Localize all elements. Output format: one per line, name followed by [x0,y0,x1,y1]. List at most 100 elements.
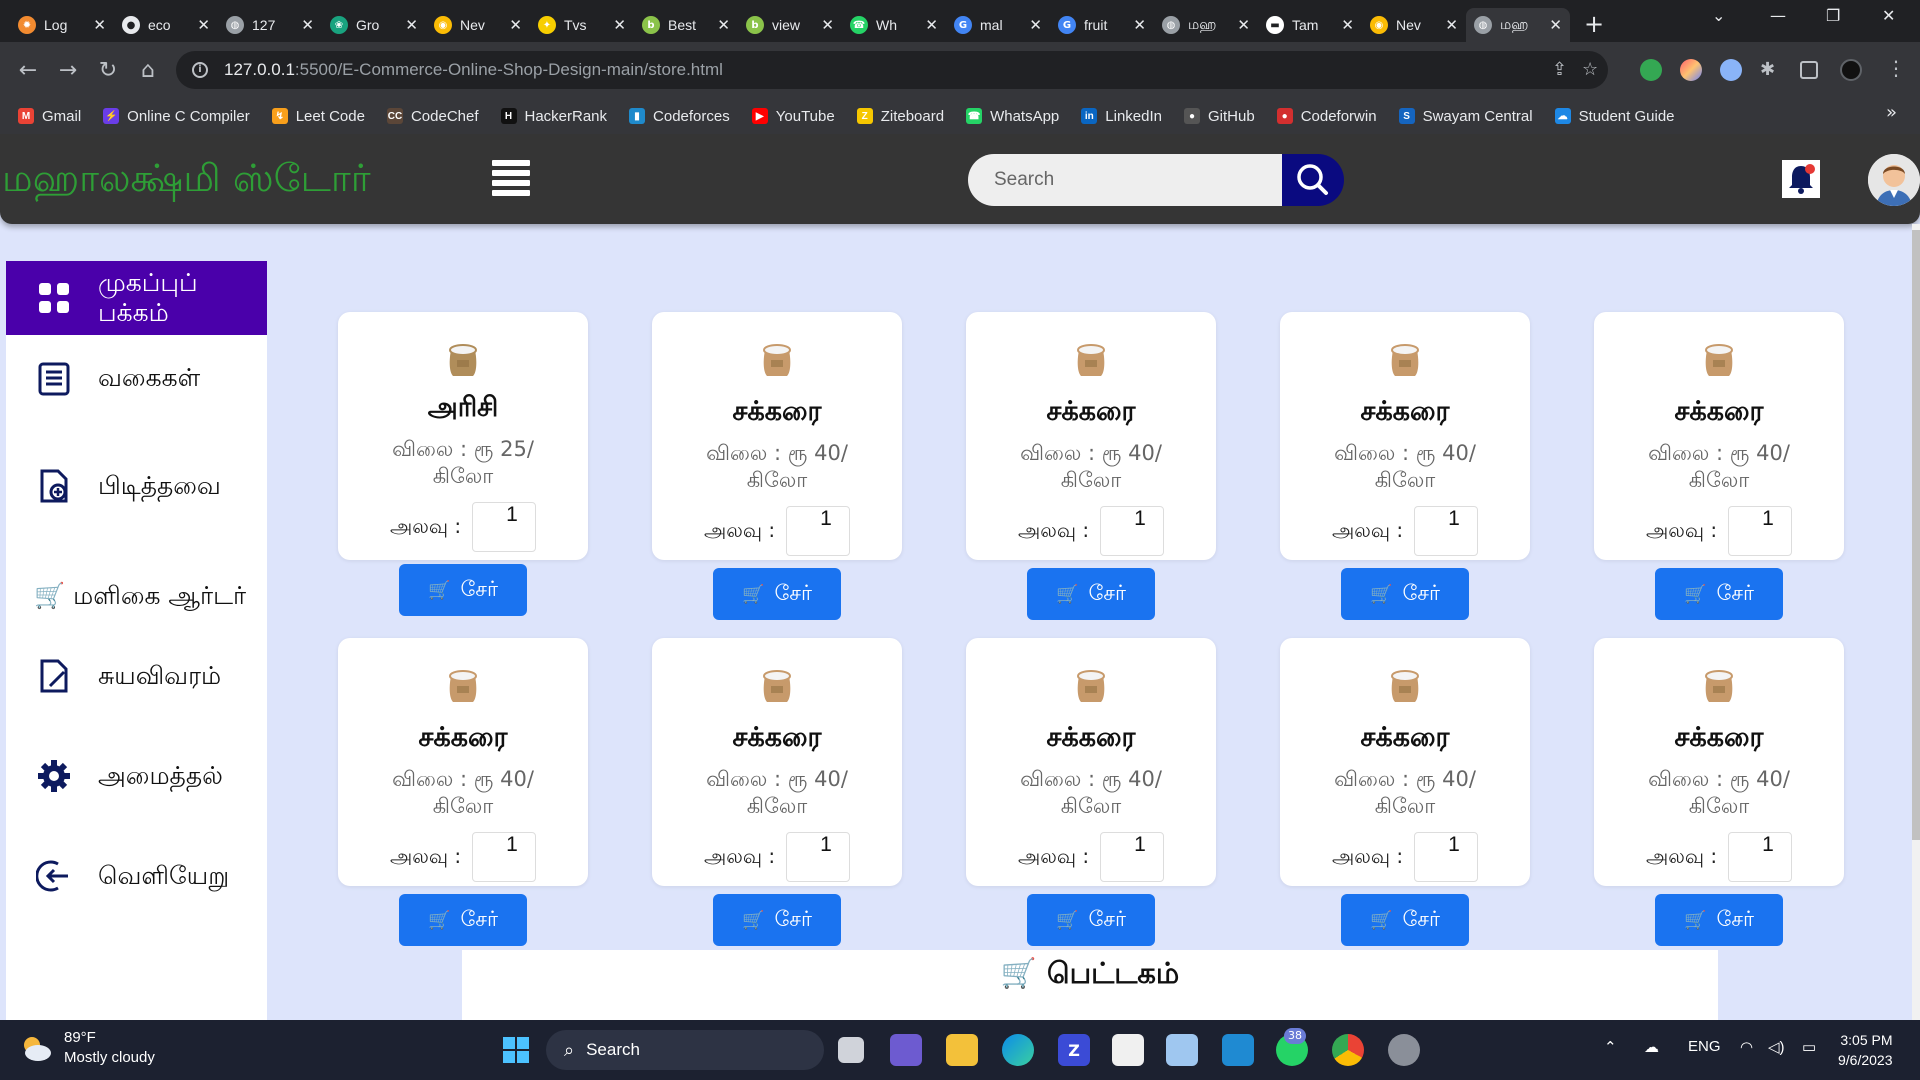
quantity-input[interactable]: 1 [1100,832,1164,882]
tab-close-icon[interactable]: ✕ [717,16,730,34]
sidebar-item[interactable]: 🛒 மளிகை ஆர்டர் [6,561,267,631]
store-logo[interactable]: மஹாலக்ஷ்மி ஸ்டோர் [2,156,371,206]
bookmark-item[interactable]: in LinkedIn [1081,108,1162,125]
minimize-icon[interactable]: — [1770,6,1786,25]
browser-tab[interactable]: Gmal ✕ [946,8,1050,42]
browser-tab[interactable]: ✹ Log ✕ [10,8,114,42]
tray-chevron-up-icon[interactable]: ⌃ [1604,1038,1617,1056]
bookmark-item[interactable]: H HackerRank [500,108,607,125]
browser-tab[interactable]: ◉ Nev ✕ [1362,8,1466,42]
address-bar[interactable]: i 127.0.0.1:5500/E-Commerce-Online-Shop-… [176,51,1608,89]
tab-close-icon[interactable]: ✕ [197,16,210,34]
tab-search-icon[interactable]: ⌄ [1712,6,1725,25]
browser-menu-icon[interactable]: ⋮ [1886,56,1906,80]
tab-close-icon[interactable]: ✕ [1237,16,1250,34]
chrome-icon[interactable] [1332,1034,1364,1066]
bookmark-item[interactable]: ⚡ Online C Compiler [103,108,250,125]
volume-icon[interactable]: ◁) [1768,1038,1785,1056]
add-to-cart-button[interactable]: 🛒 சேர் [1341,568,1469,620]
add-to-cart-button[interactable]: 🛒 சேர் [399,894,527,946]
home-icon[interactable]: ⌂ [128,58,168,83]
bookmark-item[interactable]: Z Ziteboard [856,108,944,125]
app-z-icon[interactable]: Z [1058,1034,1090,1066]
add-to-cart-button[interactable]: 🛒 சேர் [1027,568,1155,620]
quantity-input[interactable]: 1 [472,832,536,882]
sidebar-item[interactable]: அமைத்தல் [6,741,267,811]
quantity-input[interactable]: 1 [472,502,536,552]
browser-tab[interactable]: ❀ Gro ✕ [322,8,426,42]
profile-icon[interactable] [1840,59,1862,81]
bookmark-item[interactable]: ● Codeforwin [1276,108,1377,125]
microsoft-store-icon[interactable] [1112,1034,1144,1066]
reload-icon[interactable]: ↻ [88,58,128,83]
sidebar-item[interactable]: வெளியேறு [6,841,267,911]
extension-add-icon[interactable] [1640,59,1662,81]
battery-icon[interactable]: ▭ [1802,1038,1816,1056]
tab-close-icon[interactable]: ✕ [1029,16,1042,34]
performance-monitor-icon[interactable] [1166,1034,1198,1066]
tab-close-icon[interactable]: ✕ [405,16,418,34]
forward-icon[interactable]: → [48,58,88,83]
search-input[interactable]: Search [968,154,1284,206]
tab-close-icon[interactable]: ✕ [821,16,834,34]
bookmark-star-icon[interactable]: ☆ [1582,59,1598,80]
tab-close-icon[interactable]: ✕ [1445,16,1458,34]
add-to-cart-button[interactable]: 🛒 சேர் [1341,894,1469,946]
tab-close-icon[interactable]: ✕ [1341,16,1354,34]
new-tab-icon[interactable]: + [1584,10,1604,38]
bookmark-item[interactable]: M Gmail [18,108,81,125]
bookmarks-overflow-icon[interactable]: » [1886,102,1900,123]
browser-tab[interactable]: ☎ Wh ✕ [842,8,946,42]
tab-close-icon[interactable]: ✕ [1549,16,1562,34]
bookmark-item[interactable]: CC CodeChef [386,108,479,125]
browser-tab[interactable]: b view ✕ [738,8,842,42]
language-indicator[interactable]: ENG [1688,1038,1721,1055]
add-to-cart-button[interactable]: 🛒 சேர் [713,568,841,620]
quantity-input[interactable]: 1 [1728,506,1792,556]
bookmark-item[interactable]: ▶ YouTube [751,108,835,125]
quantity-input[interactable]: 1 [1414,832,1478,882]
add-to-cart-button[interactable]: 🛒 சேர் [399,564,527,616]
bookmark-item[interactable]: S Swayam Central [1398,108,1533,125]
browser-tab[interactable]: ◍ மஹ ✕ [1466,8,1570,42]
sidebar-item[interactable]: முகப்புப் பக்கம் [6,261,267,335]
add-to-cart-button[interactable]: 🛒 சேர் [713,894,841,946]
tab-close-icon[interactable]: ✕ [301,16,314,34]
taskbar-clock[interactable]: 3:05 PM 9/6/2023 [1838,1030,1893,1070]
user-avatar[interactable] [1868,154,1920,206]
bookmark-item[interactable]: ☎ WhatsApp [966,108,1059,125]
tab-close-icon[interactable]: ✕ [925,16,938,34]
notification-bell-icon[interactable] [1782,160,1820,198]
teams-chat-icon[interactable] [890,1034,922,1066]
share-icon[interactable]: ⇪ [1552,59,1567,80]
taskbar-search[interactable]: ⌕ Search [546,1030,824,1070]
bookmark-item[interactable]: ● GitHub [1184,108,1255,125]
quantity-input[interactable]: 1 [1100,506,1164,556]
add-to-cart-button[interactable]: 🛒 சேர் [1027,894,1155,946]
browser-tab[interactable]: ◍ மஹ ✕ [1154,8,1258,42]
extension-owl-icon[interactable] [1720,59,1742,81]
sidebar-item[interactable]: வகைகள் [6,343,267,413]
bookmark-item[interactable]: ☁ Student Guide [1554,108,1675,125]
file-explorer-icon[interactable] [946,1034,978,1066]
side-panel-icon[interactable] [1800,61,1818,79]
browser-tab[interactable]: Gfruit ✕ [1050,8,1154,42]
quantity-input[interactable]: 1 [1728,832,1792,882]
extension-color-icon[interactable] [1680,59,1702,81]
close-window-icon[interactable]: ✕ [1882,6,1895,25]
bookmark-item[interactable]: ▮ Codeforces [629,108,730,125]
bookmark-item[interactable]: ↯ Leet Code [271,108,365,125]
menu-hamburger-icon[interactable] [492,160,530,196]
sidebar-item[interactable]: சுயவிவரம் [6,641,267,711]
back-icon[interactable]: ← [8,58,48,83]
restore-icon[interactable]: ❐ [1826,6,1840,25]
browser-tab[interactable]: ✦ Tvs ✕ [530,8,634,42]
tab-close-icon[interactable]: ✕ [613,16,626,34]
add-to-cart-button[interactable]: 🛒 சேர் [1655,568,1783,620]
browser-tab[interactable]: b Best ✕ [634,8,738,42]
vscode-icon[interactable] [1222,1034,1254,1066]
edge-browser-icon[interactable] [1002,1034,1034,1066]
extensions-puzzle-icon[interactable]: ✱ [1760,59,1782,81]
quantity-input[interactable]: 1 [1414,506,1478,556]
tab-close-icon[interactable]: ✕ [93,16,106,34]
